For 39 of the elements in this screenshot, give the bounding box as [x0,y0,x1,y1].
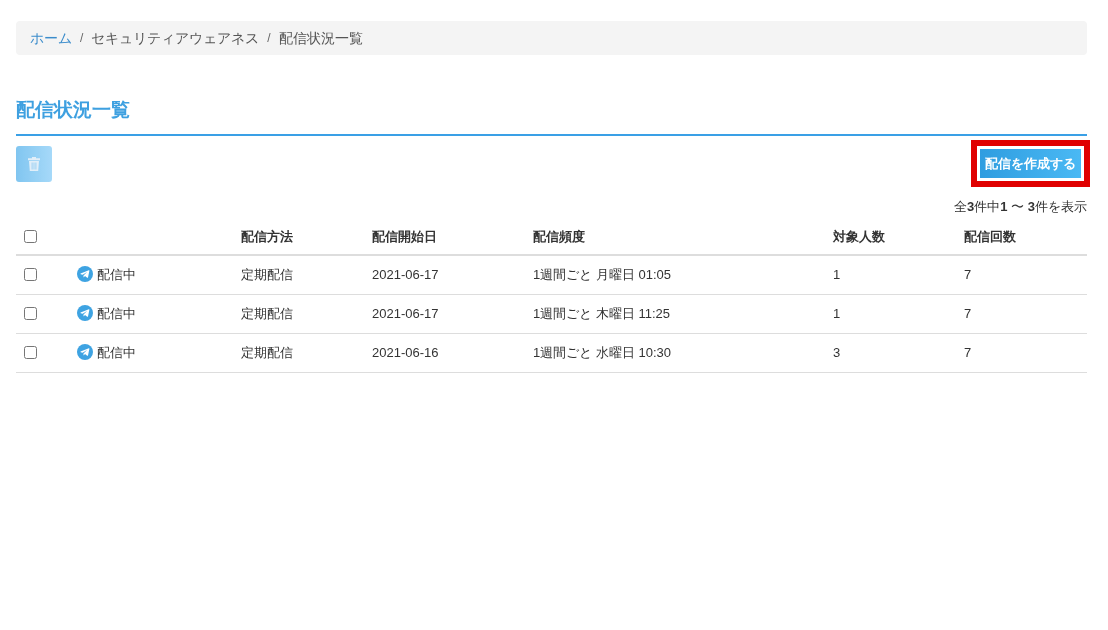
table-cell: 2021-06-17 [364,254,525,295]
table-cell: 2021-06-17 [364,294,525,334]
select-all-checkbox[interactable] [24,229,37,243]
table-cell: 1 [825,254,956,295]
row-checkbox[interactable] [24,267,37,281]
table-cell: 3 [825,333,956,373]
status-text: 配信中 [97,304,136,323]
table-cell: 定期配信 [233,254,364,295]
breadcrumb-item: 配信状況一覧 [278,28,363,48]
breadcrumb-separator: / [267,30,271,47]
column-header: 配信回数 [956,223,1087,255]
paper-plane-icon [77,266,93,283]
table-cell: 定期配信 [233,333,364,373]
column-header: 配信開始日 [364,223,525,255]
table-cell: 1週間ごと 月曜日 01:05 [525,254,825,295]
table-cell: 1週間ごと 木曜日 11:25 [525,294,825,334]
table-cell: 7 [956,294,1087,334]
breadcrumb-item: セキュリティアウェアネス [91,28,260,48]
table-cell: 2021-06-16 [364,333,525,373]
paper-plane-icon [77,305,93,322]
column-header: 配信方法 [233,223,364,255]
status-text: 配信中 [97,265,136,284]
paper-plane-icon [77,344,93,361]
breadcrumb-separator: / [80,30,84,47]
table-cell: 1週間ごと 水曜日 10:30 [525,333,825,373]
table-cell: 7 [956,333,1087,373]
row-checkbox[interactable] [24,306,37,320]
table-cell: 1 [825,294,956,334]
row-checkbox[interactable] [24,345,37,359]
column-header: 配信頻度 [525,223,825,255]
trash-icon [26,155,42,172]
create-delivery-button[interactable]: 配信を作成する [980,148,1081,178]
page-title: 配信状況一覧 [16,98,1087,136]
result-summary: 全3件中1 〜 3件を表示 [953,198,1087,215]
table-cell: 7 [956,254,1087,295]
column-header: 対象人数 [825,223,956,255]
status-text: 配信中 [97,343,136,362]
table-cell: 定期配信 [233,294,364,334]
breadcrumb-link[interactable]: ホーム [30,27,72,49]
